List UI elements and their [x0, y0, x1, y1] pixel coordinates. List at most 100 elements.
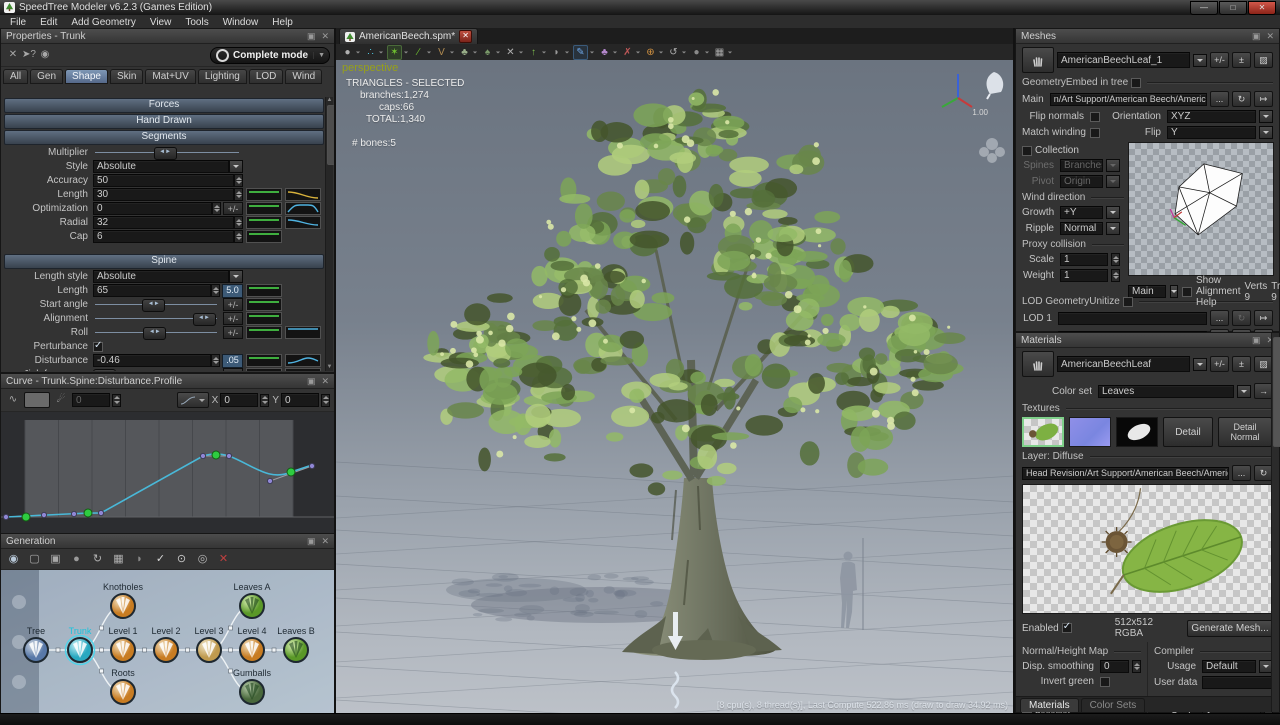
tab-wind[interactable]: Wind [285, 69, 322, 84]
document-tab[interactable]: AmericanBeech.spm* ✕ [339, 28, 478, 44]
close-button[interactable]: ✕ [1248, 1, 1276, 15]
curve-thumbnail-decay[interactable] [285, 216, 321, 229]
close-panel-icon[interactable]: ✕ [1266, 31, 1274, 41]
generation-node-level-1[interactable]: Level 1 [108, 626, 137, 662]
curve-control-point[interactable] [212, 451, 220, 459]
normal-texture-thumb[interactable] [1069, 417, 1111, 447]
color-set-select[interactable]: Leaves [1098, 385, 1234, 398]
eye-icon[interactable]: ◗ [132, 552, 147, 567]
generation-node-level-4[interactable]: Level 4 [237, 626, 266, 662]
mode-selector[interactable]: Complete mode ▼ [210, 47, 330, 64]
target-tool-icon[interactable]: ⊕ [643, 45, 665, 59]
diffuse-path[interactable]: Head Revision/Art Support/American Beech… [1022, 467, 1229, 480]
curve-thumbnail-bump[interactable] [285, 202, 321, 215]
dock-tool-icon-1[interactable] [12, 595, 26, 609]
sphere-icon[interactable]: ● [69, 552, 84, 567]
slider-handle[interactable]: ◄► [143, 327, 166, 340]
curve-control-point[interactable] [84, 509, 92, 517]
tab-materials[interactable]: Materials [1020, 698, 1079, 712]
section-segments[interactable]: Segments [4, 130, 324, 145]
curve-thumbnail-flat[interactable] [246, 188, 282, 201]
lock-icon[interactable]: ⊙ [174, 552, 189, 567]
select-length-style[interactable]: Absolute [93, 270, 229, 283]
section-forces[interactable]: Forces [4, 98, 324, 113]
plus-minus-button[interactable]: +/- [223, 368, 243, 371]
float-panel-icon[interactable]: ▣ [1252, 31, 1261, 41]
slider-roll[interactable]: ◄► [93, 326, 221, 339]
grab-material-button[interactable] [1022, 351, 1054, 377]
menu-window[interactable]: Window [216, 17, 266, 28]
branch-tool-icon[interactable]: V [434, 45, 456, 59]
mesh-pm-button[interactable]: +/- [1210, 52, 1229, 68]
tab-mat-uv[interactable]: Mat+UV [145, 69, 195, 84]
grab-mesh-button[interactable] [1022, 47, 1054, 73]
main-mesh-path[interactable]: n/Art Support/American Beech/AmericanBee… [1050, 93, 1207, 106]
diffuse-texture-thumb[interactable] [1022, 417, 1064, 447]
pivot-select[interactable]: Origin [1060, 175, 1103, 188]
collection-checkbox[interactable] [1022, 146, 1032, 156]
close-panel-icon[interactable]: ✕ [321, 536, 329, 546]
curve-y-input[interactable]: 0 [281, 393, 319, 407]
delete-node-icon[interactable]: ✕ [216, 552, 231, 567]
pick-help-icon[interactable]: ➤? [21, 48, 37, 62]
invert-green-checkbox[interactable] [1100, 677, 1110, 687]
minimize-button[interactable]: — [1190, 1, 1218, 15]
prune-tool-icon[interactable]: ✗ [620, 45, 642, 59]
curve-thumbnail-flat[interactable] [246, 368, 282, 371]
tab-lod[interactable]: LOD [249, 69, 284, 84]
generate-mesh-button[interactable]: Generate Mesh... [1187, 620, 1273, 637]
show-alignment-checkbox[interactable] [1182, 287, 1192, 297]
curve-steps-icon[interactable]: ∿ [5, 393, 21, 407]
curve-control-point[interactable] [22, 513, 30, 521]
slider-handle[interactable]: ◄► [93, 369, 116, 371]
generation-node-level-3[interactable]: Level 3 [194, 626, 223, 662]
embed-checkbox[interactable] [1131, 78, 1141, 88]
maximize-button[interactable]: □ [1219, 1, 1247, 15]
mode-dropdown-arrow[interactable]: ▼ [313, 52, 325, 59]
material-selector[interactable]: AmericanBeechLeaf [1057, 356, 1190, 372]
section-spine[interactable]: Spine [4, 254, 324, 269]
growth-select[interactable]: +Y [1060, 206, 1103, 219]
menu-tools[interactable]: Tools [178, 17, 215, 28]
user-data-input[interactable] [1202, 676, 1273, 689]
grid-panel-icon[interactable]: ▦ [712, 45, 734, 59]
spinner[interactable] [211, 354, 220, 367]
input-optimization[interactable]: 0 [93, 202, 212, 215]
curve-thumbnail-flat[interactable] [246, 202, 282, 215]
curve-swatch[interactable] [24, 392, 50, 408]
curve-thumbnail-flat[interactable] [246, 312, 282, 325]
menu-edit[interactable]: Edit [33, 17, 64, 28]
pin-icon[interactable]: ◎ [195, 552, 210, 567]
tab-color-sets[interactable]: Color Sets [1081, 698, 1146, 712]
diffuse-browse-button[interactable]: ... [1232, 465, 1251, 481]
spines-select[interactable]: Branches [1060, 159, 1103, 172]
marquee-add-icon[interactable]: ▣ [48, 552, 63, 567]
flip-normals-checkbox[interactable] [1090, 112, 1100, 122]
proxy-weight-input[interactable]: 1 [1060, 269, 1108, 282]
curve-thumbnail-flat[interactable] [246, 298, 282, 311]
slider-start-angle[interactable]: ◄► [93, 298, 221, 311]
curve-x-input[interactable]: 0 [220, 393, 258, 407]
node-edit-icon[interactable]: ∴ [363, 45, 385, 59]
generator-sphere-icon[interactable]: ◉ [6, 552, 21, 567]
float-panel-icon[interactable]: ▣ [307, 31, 316, 41]
cut-tool-icon[interactable]: ✕ [503, 45, 525, 59]
slider-handle[interactable]: ◄► [154, 147, 177, 160]
dropdown-arrow[interactable] [229, 270, 243, 283]
curve-thumbnail-line[interactable] [285, 326, 321, 339]
visibility-icon[interactable]: ◉ [37, 48, 53, 62]
material-pm-button[interactable]: +/- [1210, 356, 1229, 372]
curve-thumbnail-flat[interactable] [246, 326, 282, 339]
camera-orbit-icon[interactable]: ● [340, 45, 362, 59]
checkbox-perturbance[interactable] [93, 342, 103, 352]
mushroom-tool-icon[interactable]: ♣ [597, 45, 619, 59]
close-panel-icon[interactable]: ✕ [321, 31, 329, 41]
tab-shape[interactable]: Shape [65, 69, 108, 84]
slider-jink-frequency[interactable]: ◄► [93, 368, 221, 371]
spinner[interactable] [211, 284, 220, 297]
float-panel-icon[interactable]: ▣ [1252, 335, 1261, 345]
tab-all[interactable]: All [3, 69, 28, 84]
leaf-tool-icon[interactable]: ✶ [386, 45, 410, 59]
input-accuracy[interactable]: 50 [93, 174, 234, 187]
curve-control-point[interactable] [287, 468, 295, 476]
